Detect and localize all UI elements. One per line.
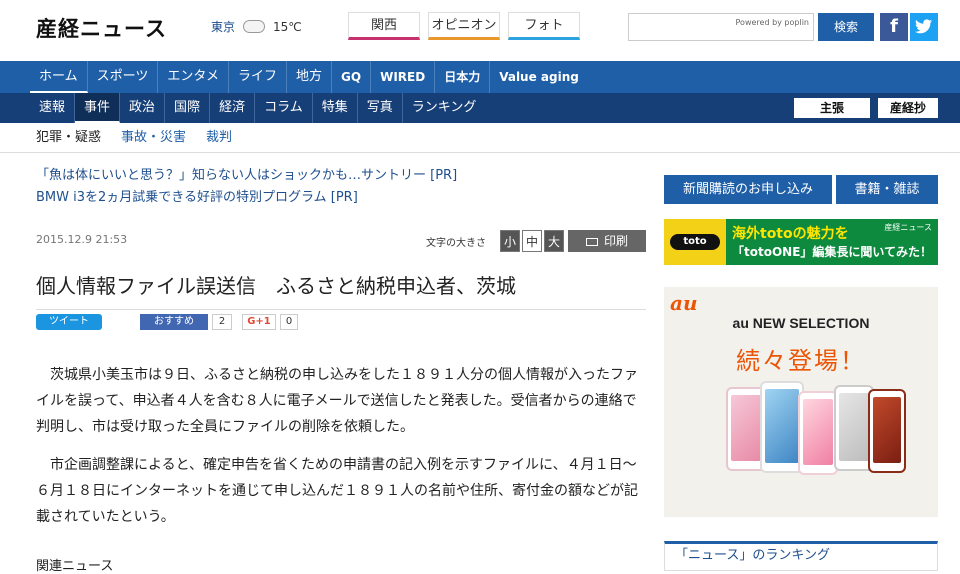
toto-brand: 産経ニュース: [884, 223, 932, 232]
gplus-button[interactable]: G+1: [242, 314, 276, 330]
nav-home[interactable]: ホーム: [30, 61, 88, 93]
article-body: 茨城県小美玉市は９日、ふるさと納税の申し込みをした１８９１人分の個人情報が入った…: [36, 362, 640, 542]
tweet-button[interactable]: ツイート: [36, 314, 102, 330]
toto-banner[interactable]: toto 海外totoの魅力を 「totoONE」編集長に聞いてみた！ 産経ニュ…: [664, 219, 938, 265]
tab-photo[interactable]: フォト: [508, 12, 580, 40]
au-ad-banner[interactable]: au au NEW SELECTION 続々登場！: [664, 287, 938, 517]
weather-temp: 15℃: [273, 19, 302, 34]
ranking-heading[interactable]: 「ニュース」のランキング: [664, 541, 938, 571]
phone-image: [868, 389, 906, 473]
font-size-label: 文字の大きさ: [426, 238, 486, 249]
nav-crime[interactable]: 犯罪・疑惑: [36, 123, 101, 153]
au-selection-text: au NEW SELECTION: [732, 315, 870, 331]
phone-image: [798, 391, 838, 475]
nav-accidents[interactable]: 事故・災害: [121, 123, 186, 153]
pr-link-2[interactable]: BMW i3を2ヵ月試乗できる好評の特別プログラム [PR]: [36, 187, 646, 209]
social-buttons: ツイート おすすめ 2 G+1 0: [36, 314, 646, 332]
nav-international[interactable]: 国際: [165, 93, 211, 123]
nav-entertainment[interactable]: エンタメ: [158, 61, 229, 93]
font-medium-button[interactable]: 中: [522, 230, 542, 252]
region-tabs: 関西 オピニオン フォト: [348, 12, 580, 40]
primary-nav: ホーム スポーツ エンタメ ライフ 地方 GQ WIRED 日本力 Value …: [0, 61, 960, 93]
printer-icon: [585, 237, 598, 246]
search-button[interactable]: 検索: [818, 13, 874, 41]
top-header: 産経ニュース 東京 15℃ 関西 オピニオン フォト Powered by po…: [0, 0, 960, 58]
tab-kansai[interactable]: 関西: [348, 12, 420, 40]
article-main: 「魚は体にいいと思う？」知らない人はショックかも…サントリー [PR] BMW …: [36, 165, 646, 574]
nav-wired[interactable]: WIRED: [371, 61, 436, 93]
article-meta: 2015.12.9 21:53 文字の大きさ 小 中 大 印刷: [36, 229, 646, 255]
facebook-icon[interactable]: f: [880, 13, 908, 41]
pr-link-1[interactable]: 「魚は体にいいと思う？」知らない人はショックかも…サントリー [PR]: [36, 165, 646, 187]
nav-ranking[interactable]: ランキング: [403, 93, 486, 123]
facebook-count: 2: [212, 314, 232, 330]
search-box: Powered by poplin: [628, 13, 814, 41]
subscribe-button[interactable]: 新聞購読のお申し込み: [664, 175, 832, 204]
shucho-link[interactable]: 主張: [794, 98, 870, 118]
toto-logo: toto: [670, 234, 720, 250]
nav-value-aging[interactable]: Value aging: [490, 61, 588, 93]
facebook-recommend-button[interactable]: おすすめ: [140, 314, 208, 330]
toto-subline: 「totoONE」編集長に聞いてみた！: [732, 245, 933, 259]
print-label: 印刷: [603, 234, 628, 248]
article-title: 個人情報ファイル誤送信 ふるさと納税申込者、茨城: [36, 270, 646, 310]
site-logo[interactable]: 産経ニュース: [36, 13, 167, 43]
nav-incidents[interactable]: 事件: [75, 93, 121, 123]
au-coming-text: 続々登場！: [736, 347, 866, 375]
toto-headline: 海外totoの魅力を: [732, 226, 849, 242]
secondary-nav: 速報 事件 政治 国際 経済 コラム 特集 写真 ランキング 主張 産経抄: [0, 93, 960, 123]
nav-gq[interactable]: GQ: [332, 61, 372, 93]
au-logo: au: [670, 291, 698, 315]
weather-city: 東京: [211, 20, 236, 34]
paragraph-1: 茨城県小美玉市は９日、ふるさと納税の申し込みをした１８９１人分の個人情報が入った…: [36, 367, 638, 435]
search-powered-by: Powered by poplin: [735, 18, 809, 27]
nav-column[interactable]: コラム: [255, 93, 313, 123]
font-large-button[interactable]: 大: [544, 230, 564, 252]
tertiary-nav: 犯罪・疑惑 事故・災害 裁判: [0, 123, 960, 153]
nav-local[interactable]: 地方: [287, 61, 333, 93]
nav-features[interactable]: 特集: [313, 93, 358, 123]
related-news-heading: 関連ニュース: [36, 559, 114, 574]
sankeisho-link[interactable]: 産経抄: [878, 98, 938, 118]
gplus-count: 0: [280, 314, 298, 330]
books-button[interactable]: 書籍・雑誌: [836, 175, 938, 204]
nav-photos[interactable]: 写真: [358, 93, 403, 123]
nav-economy[interactable]: 経済: [210, 93, 256, 123]
article-date: 2015.12.9 21:53: [36, 233, 128, 246]
font-small-button[interactable]: 小: [500, 230, 520, 252]
nav-sports[interactable]: スポーツ: [88, 61, 159, 93]
weather-widget[interactable]: 東京 15℃: [211, 18, 302, 35]
twitter-icon[interactable]: [910, 13, 938, 41]
nav-trials[interactable]: 裁判: [206, 123, 232, 153]
nav-breaking[interactable]: 速報: [30, 93, 76, 123]
print-button[interactable]: 印刷: [568, 230, 646, 252]
cloud-icon: [243, 20, 266, 33]
tab-opinion[interactable]: オピニオン: [428, 12, 500, 40]
nav-nihonryoku[interactable]: 日本力: [435, 61, 491, 93]
nav-life[interactable]: ライフ: [229, 61, 288, 93]
nav-politics[interactable]: 政治: [120, 93, 166, 123]
paragraph-2: 市企画調整課によると、確定申告を省くための申請書の記入例を示すファイルに、４月１…: [36, 457, 638, 525]
